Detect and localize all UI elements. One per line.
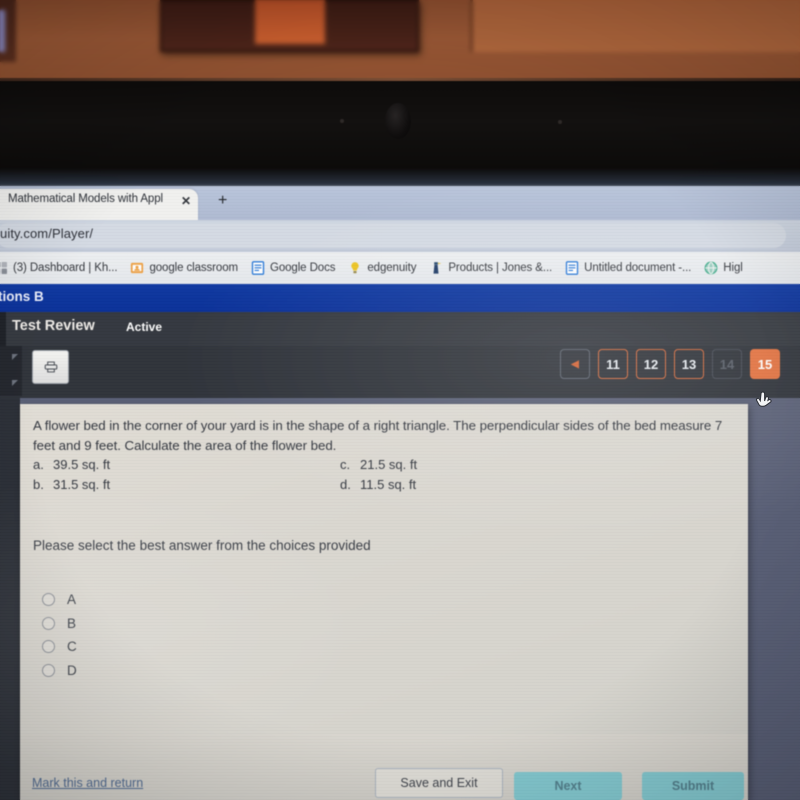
radio-option-D[interactable]: D — [42, 659, 77, 683]
choice-b-text: 31.5 sq. ft — [53, 477, 111, 492]
bookmark-label: Google Docs — [269, 262, 336, 274]
close-icon[interactable]: ✕ — [181, 194, 191, 208]
bookmark-label: edgenuity — [367, 262, 417, 274]
pagination-page-15[interactable]: 15 — [750, 349, 780, 379]
webcam-icon — [385, 103, 411, 139]
bookmark-label: (3) Dashboard | Kh... — [13, 262, 118, 274]
pagination-page-12[interactable]: 12 — [636, 349, 666, 379]
choice-d-text: 11.5 sq. ft — [360, 477, 417, 492]
choice-b-key: b. — [33, 477, 44, 492]
laptop-screen: Mathematical Models with Appli ✕ + uity.… — [0, 186, 800, 800]
radio-option-B[interactable]: B — [42, 612, 77, 636]
choice-d: d. 11.5 sq. ft — [340, 477, 416, 492]
dashboard-icon — [0, 262, 7, 274]
browser-tab-strip: Mathematical Models with Appli ✕ + — [0, 186, 800, 220]
next-button[interactable]: Next — [514, 772, 622, 800]
bookmark-label: Products | Jones &... — [448, 262, 553, 274]
radio-option-label: C — [67, 639, 77, 655]
left-edge-strip — [0, 346, 22, 396]
print-button[interactable] — [32, 350, 69, 384]
bookmark-item[interactable]: Higl — [704, 261, 743, 275]
radio-option-label: B — [67, 615, 77, 631]
course-title: tions B — [0, 289, 44, 304]
google-docs-icon — [565, 261, 579, 275]
edge-marker-icon — [12, 380, 18, 386]
pagination-prev-button[interactable]: ◀ — [560, 349, 590, 379]
page-left-gutter — [0, 398, 20, 800]
google-classroom-icon — [131, 262, 144, 274]
question-toolbar: ◀ 11 12 13 14 15 — [0, 346, 800, 398]
radio-button-icon[interactable] — [42, 640, 55, 654]
browser-omnibox-row: uity.com/Player/ — [0, 220, 800, 252]
bookmark-item[interactable]: Google Docs — [251, 261, 335, 275]
wall-red-object — [255, 0, 325, 44]
choice-a-text: 39.5 sq. ft — [53, 457, 111, 472]
choice-a: a. 39.5 sq. ft — [33, 457, 110, 472]
room-background — [0, 0, 800, 86]
url-text: uity.com/Player/ — [0, 226, 94, 241]
pagination-page-13[interactable]: 13 — [674, 349, 704, 379]
bookmarks-bar: (3) Dashboard | Kh... google classroom Goo… — [0, 252, 800, 284]
bookmark-item[interactable]: Untitled document -... — [565, 261, 691, 275]
choice-b: b. 31.5 sq. ft — [33, 477, 110, 492]
radio-option-label: D — [67, 662, 77, 678]
wall-right-section — [470, 0, 800, 52]
save-and-exit-button[interactable]: Save and Exit — [375, 768, 503, 798]
bezel-sensor-dot — [340, 119, 344, 123]
pagination-page-14: 14 — [712, 349, 742, 379]
bezel-mic-dot — [558, 120, 562, 124]
radio-button-icon[interactable] — [42, 663, 55, 677]
choice-c: c. 21.5 sq. ft — [340, 457, 417, 472]
status-badge: Active — [126, 320, 163, 334]
bookmark-item[interactable]: (3) Dashboard | Kh... — [0, 261, 118, 275]
radio-option-C[interactable]: C — [42, 635, 77, 659]
answer-radio-group: ABCD — [42, 588, 77, 682]
submit-button[interactable]: Submit — [642, 772, 744, 800]
choice-d-key: d. — [340, 477, 351, 492]
lighthouse-icon — [433, 262, 442, 274]
radio-option-label: A — [67, 592, 77, 608]
lightbulb-icon — [351, 262, 360, 274]
bookmark-label: Untitled document -... — [584, 262, 692, 274]
radio-button-icon[interactable] — [42, 593, 55, 607]
edge-marker-icon — [12, 354, 18, 360]
address-bar[interactable] — [0, 223, 786, 248]
printer-icon — [44, 361, 57, 373]
pagination-page-11[interactable]: 11 — [598, 349, 628, 379]
activity-bar-left-edge — [0, 312, 6, 346]
activity-name: Test Review — [12, 318, 95, 334]
bookmark-item[interactable]: Products | Jones &... — [429, 261, 552, 275]
choice-c-text: 21.5 sq. ft — [360, 457, 418, 472]
choice-a-key: a. — [33, 457, 44, 472]
radio-button-icon[interactable] — [42, 616, 55, 630]
app-title-bar: tions B — [0, 284, 800, 312]
bookmark-item[interactable]: google classroom — [130, 261, 238, 275]
wall-blue-sliver — [0, 10, 5, 52]
mark-this-and-return-link[interactable]: Mark this and return — [32, 776, 143, 790]
bezel-top-highlight — [0, 78, 800, 81]
radio-option-A[interactable]: A — [42, 588, 77, 612]
bookmark-label: google classroom — [149, 262, 238, 274]
google-docs-icon — [251, 261, 265, 275]
question-pagination: ◀ 11 12 13 14 15 — [560, 349, 780, 379]
choice-c-key: c. — [340, 457, 351, 472]
answer-prompt: Please select the best answer from the c… — [33, 538, 371, 553]
bookmark-label: Higl — [723, 262, 743, 274]
bookmark-item[interactable]: edgenuity — [348, 261, 416, 275]
activity-bar: Test Review Active — [0, 312, 800, 346]
new-tab-icon[interactable]: + — [218, 192, 227, 210]
browser-tab-title: Mathematical Models with Appli — [8, 193, 163, 205]
question-text: A flower bed in the corner of your yard … — [33, 418, 723, 453]
wall-seam — [470, 0, 473, 52]
question-footer: Mark this and return Save and Exit Next … — [20, 734, 748, 800]
photo-of-laptop-screen: Mathematical Models with Appli ✕ + uity.… — [0, 0, 800, 800]
globe-icon — [704, 261, 718, 275]
